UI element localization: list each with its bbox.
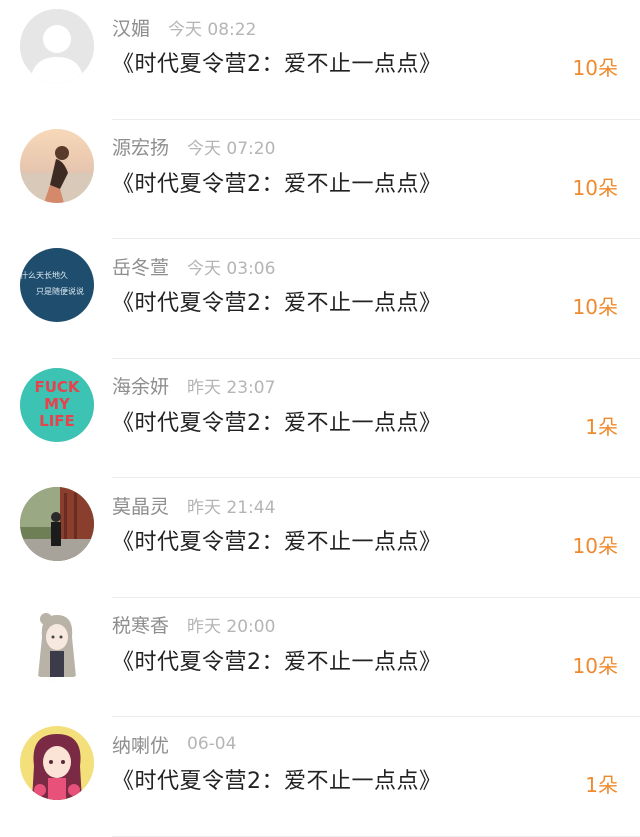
timestamp: 昨天 23:07	[187, 378, 276, 398]
avatar[interactable]	[20, 606, 94, 681]
user-name[interactable]: 源宏扬	[112, 133, 169, 160]
user-name[interactable]: 纳喇优	[112, 731, 169, 758]
user-name[interactable]: 汉媚	[112, 14, 150, 41]
divider	[112, 835, 640, 837]
avatar[interactable]	[20, 487, 94, 561]
anime-girl-drawing	[20, 606, 94, 681]
avatar[interactable]: FUCK MY LIFE	[20, 367, 94, 442]
timestamp: 昨天 20:00	[187, 617, 276, 637]
avatar-text-line: 什么天长地久	[20, 270, 68, 280]
anime-girl-pink	[20, 726, 94, 800]
user-name[interactable]: 税寒香	[112, 611, 169, 638]
user-name[interactable]: 莫晶灵	[112, 492, 169, 519]
sunset-girl-photo	[20, 128, 94, 203]
list-item[interactable]: 莫晶灵 昨天 21:44 《时代夏令营2：爱不止一点点》 10朵	[0, 478, 640, 598]
blue-text-avatar: 什么天长地久 只是随便说说	[20, 248, 94, 322]
avatar[interactable]: 什么天长地久 只是随便说说	[20, 248, 94, 322]
avatar[interactable]	[20, 128, 94, 203]
gift-title: 《时代夏令营2：爱不止一点点》	[112, 410, 442, 436]
list-item[interactable]: 纳喇优 06-04 《时代夏令营2：爱不止一点点》 1朵	[0, 717, 640, 837]
list-item[interactable]: FUCK MY LIFE 海余妍 昨天 23:07 《时代夏令营2：爱不止一点点…	[0, 359, 640, 478]
list-item[interactable]: 汉媚 今天 08:22 《时代夏令营2：爱不止一点点》 10朵	[0, 0, 640, 120]
flower-count: 10朵	[572, 175, 618, 200]
flower-count: 10朵	[572, 653, 618, 678]
timestamp: 今天 08:22	[168, 19, 257, 40]
street-photo	[20, 487, 94, 561]
gift-title: 《时代夏令营2：爱不止一点点》	[112, 769, 442, 794]
gift-title: 《时代夏令营2：爱不止一点点》	[112, 530, 442, 555]
fuck-my-life-avatar: FUCK MY LIFE	[20, 367, 94, 442]
avatar-text-line: MY	[44, 395, 71, 413]
gift-record-list: 汉媚 今天 08:22 《时代夏令营2：爱不止一点点》 10朵 源宏扬 今天 0…	[0, 0, 640, 837]
timestamp: 昨天 21:44	[187, 497, 276, 518]
list-item[interactable]: 税寒香 昨天 20:00 《时代夏令营2：爱不止一点点》 10朵	[0, 598, 640, 717]
user-name[interactable]: 海余妍	[112, 372, 169, 399]
list-item[interactable]: 源宏扬 今天 07:20 《时代夏令营2：爱不止一点点》 10朵	[0, 120, 640, 239]
flower-count: 1朵	[585, 773, 618, 797]
flower-count: 10朵	[572, 534, 618, 558]
avatar-text-line: 只是随便说说	[36, 286, 84, 296]
gift-title: 《时代夏令营2：爱不止一点点》	[112, 171, 442, 197]
avatar-text-line: LIFE	[39, 412, 75, 430]
gift-title: 《时代夏令营2：爱不止一点点》	[112, 291, 442, 316]
flower-count: 10朵	[572, 56, 618, 80]
gift-title: 《时代夏令营2：爱不止一点点》	[112, 649, 442, 675]
flower-count: 10朵	[572, 295, 618, 319]
default-avatar-icon	[20, 9, 94, 83]
gift-title: 《时代夏令营2：爱不止一点点》	[112, 52, 442, 77]
timestamp: 今天 07:20	[187, 139, 276, 159]
user-name[interactable]: 岳冬萱	[112, 253, 169, 280]
timestamp: 06-04	[187, 734, 237, 754]
flower-count: 1朵	[585, 414, 618, 439]
list-item[interactable]: 什么天长地久 只是随便说说 岳冬萱 今天 03:06 《时代夏令营2：爱不止一点…	[0, 239, 640, 359]
timestamp: 今天 03:06	[187, 258, 276, 279]
avatar[interactable]	[20, 726, 94, 800]
avatar-text-line: FUCK	[34, 378, 80, 396]
avatar[interactable]	[20, 9, 94, 83]
